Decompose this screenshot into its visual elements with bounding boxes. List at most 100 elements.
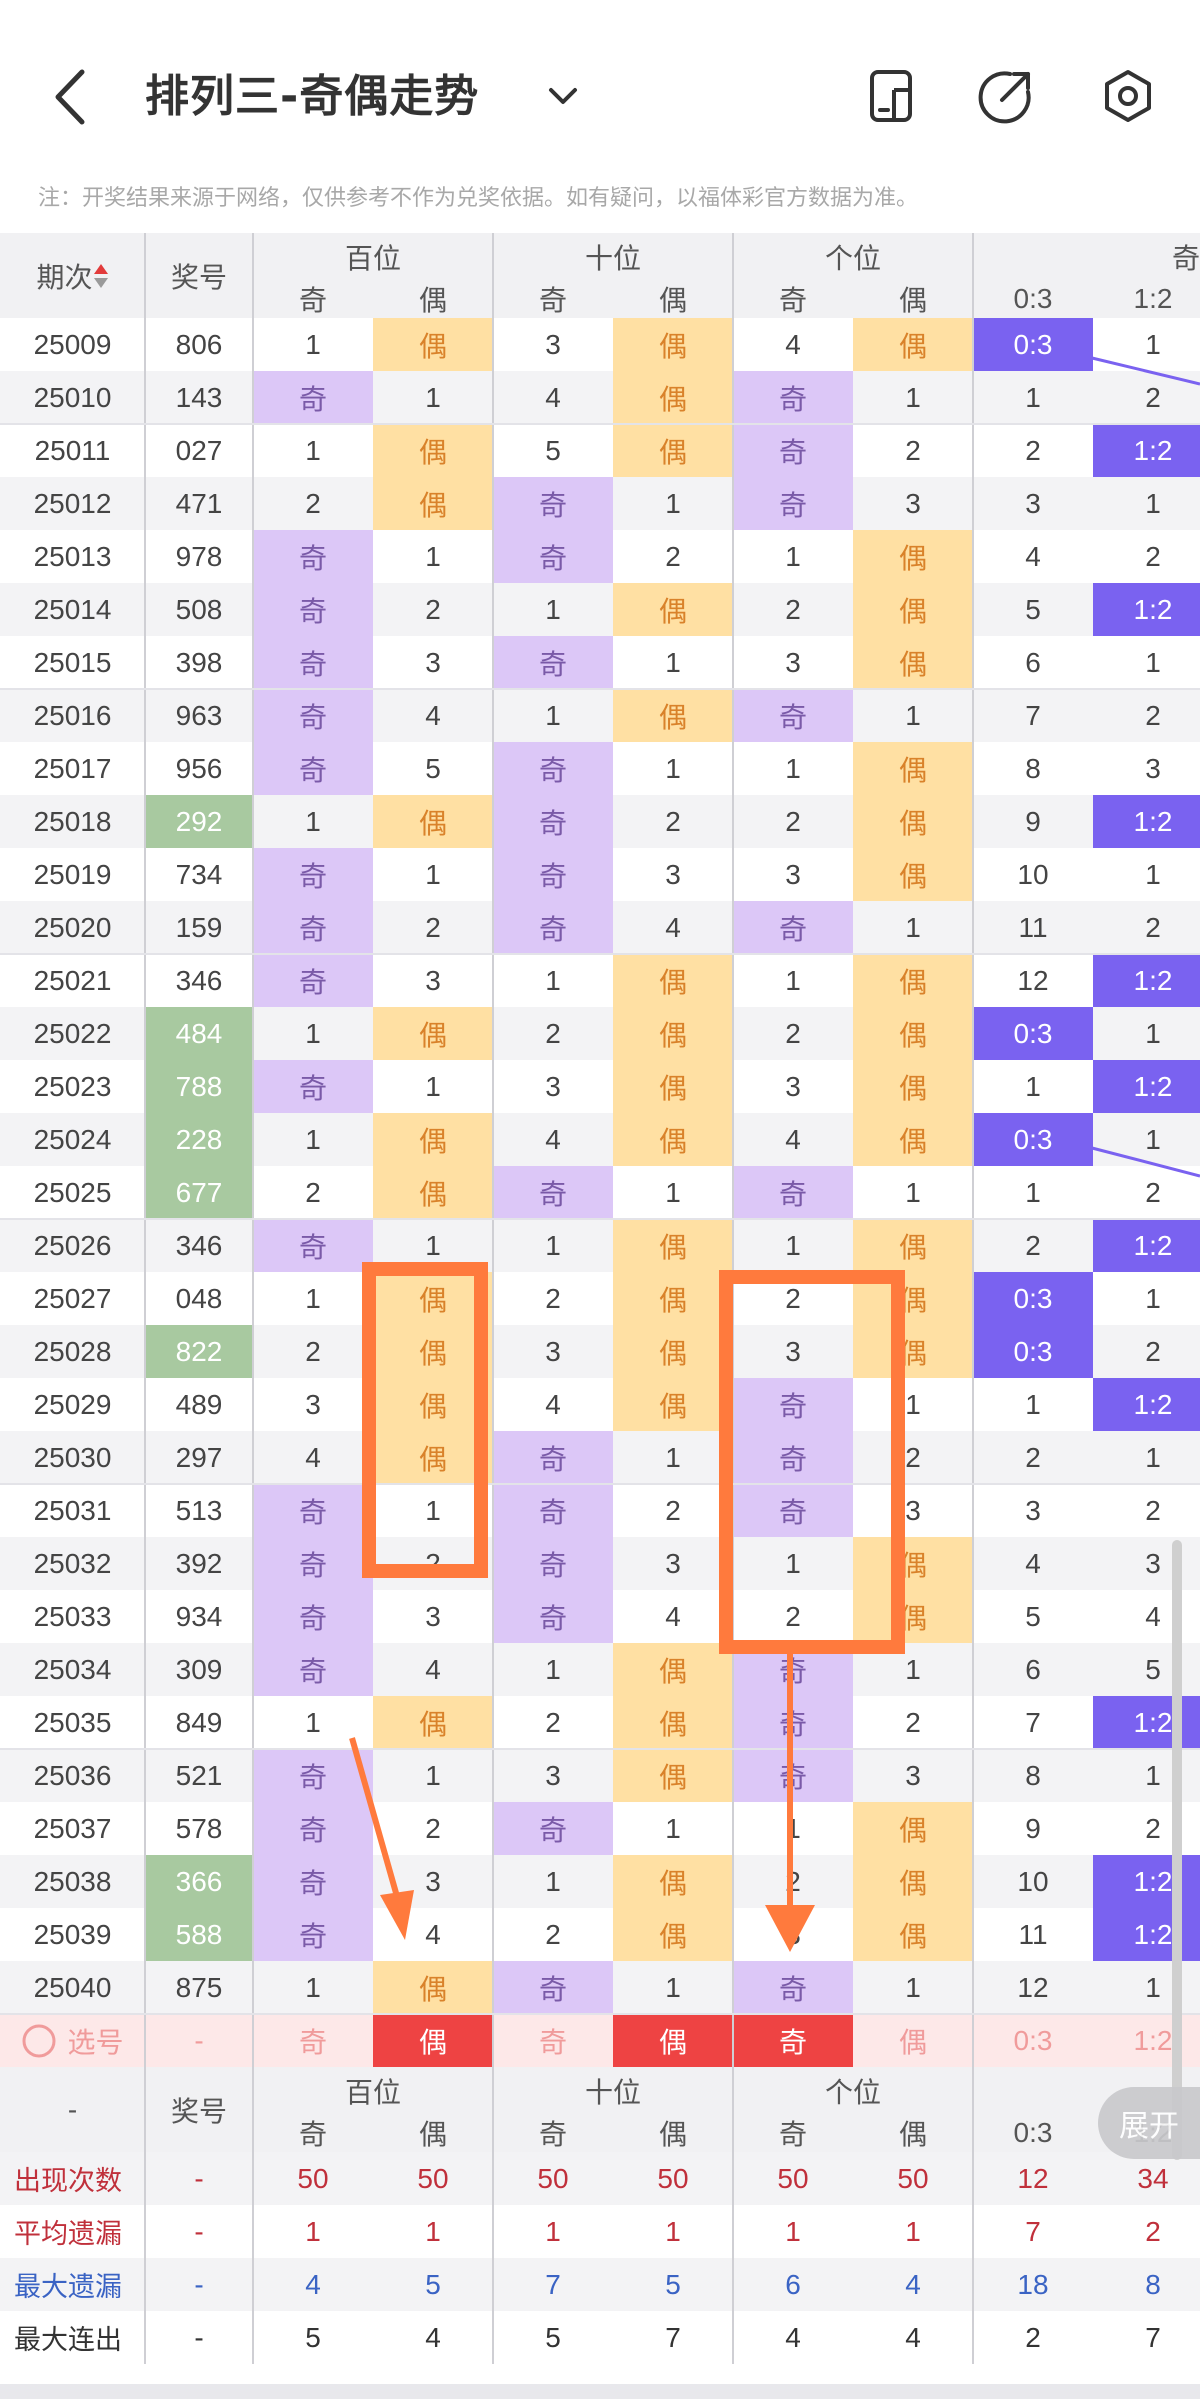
stat-value: 4 (373, 2311, 493, 2364)
number-header: 奖号 (145, 233, 253, 318)
trend-cell: 1 (1093, 1961, 1200, 2014)
trend-cell: 偶 (853, 1855, 973, 1908)
trend-cell: 奇 (493, 1961, 613, 2014)
period-cell: 25009 (0, 318, 145, 371)
footer-sub-header-3: 偶 (613, 2114, 733, 2152)
number-cell: 578 (145, 1802, 253, 1855)
stat-value: 2 (1093, 2205, 1200, 2258)
select-option-cell[interactable]: 1:2 (1093, 2014, 1200, 2067)
period-cell: 25014 (0, 583, 145, 636)
select-option-cell[interactable]: 偶 (613, 2014, 733, 2067)
number-cell: 849 (145, 1696, 253, 1749)
expand-button[interactable]: 展开 (1098, 2087, 1200, 2159)
trend-cell: 4 (973, 530, 1093, 583)
period-cell: 25025 (0, 1166, 145, 1219)
trend-cell: 1 (253, 1272, 373, 1325)
trend-cell: 2 (1093, 1802, 1200, 1855)
period-cell: 25010 (0, 371, 145, 424)
trend-cell: 1 (613, 636, 733, 689)
trend-cell: 奇 (493, 795, 613, 848)
title-dropdown-button[interactable] (545, 78, 581, 114)
trend-cell: 偶 (613, 954, 733, 1007)
trend-cell: 2 (853, 1696, 973, 1749)
footer-group-header-1: 十位 (493, 2067, 733, 2114)
select-option-cell[interactable]: 奇 (733, 2014, 853, 2067)
period-cell: 25023 (0, 1060, 145, 1113)
trend-cell: 偶 (853, 1537, 973, 1590)
trend-cell: 奇 (253, 742, 373, 795)
trend-cell: 4 (733, 1113, 853, 1166)
top-bar: 排列三-奇偶走势 (0, 0, 1200, 165)
trend-cell: 1 (853, 1643, 973, 1696)
layout-toggle-button[interactable] (862, 66, 922, 126)
period-cell: 25038 (0, 1855, 145, 1908)
trend-cell: 1 (973, 1378, 1093, 1431)
trend-cell: 11 (973, 1908, 1093, 1961)
row-group-divider (0, 1218, 1200, 1220)
trend-cell: 1 (973, 1166, 1093, 1219)
share-button[interactable] (976, 66, 1036, 126)
stat-label: 出现次数 (0, 2152, 145, 2205)
trend-cell: 1 (853, 1378, 973, 1431)
trend-cell: 2 (973, 424, 1093, 477)
back-button[interactable] (40, 62, 100, 132)
number-cell: 027 (145, 424, 253, 477)
select-option-cell[interactable]: 0:3 (973, 2014, 1093, 2067)
trend-cell: 偶 (853, 318, 973, 371)
vertical-scrollbar[interactable] (1172, 1540, 1182, 2160)
trend-cell: 奇 (733, 1749, 853, 1802)
trend-cell: 1 (253, 1961, 373, 2014)
trend-cell: 7 (973, 1696, 1093, 1749)
trend-cell: 5 (493, 424, 613, 477)
select-option-cell[interactable]: 奇 (253, 2014, 373, 2067)
stat-value: 7 (973, 2205, 1093, 2258)
trend-cell: 2 (373, 1802, 493, 1855)
trend-cell: 5 (373, 742, 493, 795)
period-cell: 25018 (0, 795, 145, 848)
sub-header-6: 0:3 (973, 280, 1093, 318)
row-group-divider (0, 2013, 1200, 2015)
circle-checkbox-icon[interactable] (21, 2023, 57, 2059)
stat-value: 4 (853, 2311, 973, 2364)
trend-cell: 奇 (733, 477, 853, 530)
number-cell: 978 (145, 530, 253, 583)
trend-cell: 7 (973, 689, 1093, 742)
settings-button[interactable] (1098, 66, 1158, 126)
trend-cell: 偶 (853, 848, 973, 901)
stat-label: 最大连出 (0, 2311, 145, 2364)
footer-number-header: 奖号 (145, 2067, 253, 2152)
trend-cell: 偶 (853, 530, 973, 583)
number-cell: 508 (145, 583, 253, 636)
trend-cell: 1 (853, 371, 973, 424)
stat-value: 4 (733, 2311, 853, 2364)
trend-cell: 5 (973, 1590, 1093, 1643)
stat-value: 50 (613, 2152, 733, 2205)
stat-value: 50 (253, 2152, 373, 2205)
trend-cell: 偶 (373, 318, 493, 371)
trend-cell: 偶 (853, 1007, 973, 1060)
trend-cell: 偶 (373, 1113, 493, 1166)
trend-cell: 奇 (493, 1484, 613, 1537)
period-header[interactable]: 期次 (0, 233, 145, 318)
select-option-cell[interactable]: 偶 (853, 2014, 973, 2067)
period-cell: 25024 (0, 1113, 145, 1166)
trend-cell: 奇 (493, 848, 613, 901)
period-cell: 25020 (0, 901, 145, 954)
select-option-cell[interactable]: 偶 (373, 2014, 493, 2067)
number-cell: 788 (145, 1060, 253, 1113)
trend-cell: 2 (1093, 689, 1200, 742)
column-divider (732, 233, 734, 2364)
trend-cell: 奇 (253, 583, 373, 636)
sort-icon[interactable] (93, 262, 109, 290)
trend-cell: 2 (253, 1325, 373, 1378)
trend-cell: 3 (733, 848, 853, 901)
stat-value: 50 (493, 2152, 613, 2205)
back-arrow-icon (55, 69, 85, 125)
trend-cell: 1 (493, 1219, 613, 1272)
period-cell: 25026 (0, 1219, 145, 1272)
footer-period-header: - (0, 2067, 145, 2152)
stat-value: 1 (493, 2205, 613, 2258)
select-row-label[interactable]: 选号 (0, 2014, 145, 2067)
trend-cell: 2 (1093, 530, 1200, 583)
select-option-cell[interactable]: 奇 (493, 2014, 613, 2067)
